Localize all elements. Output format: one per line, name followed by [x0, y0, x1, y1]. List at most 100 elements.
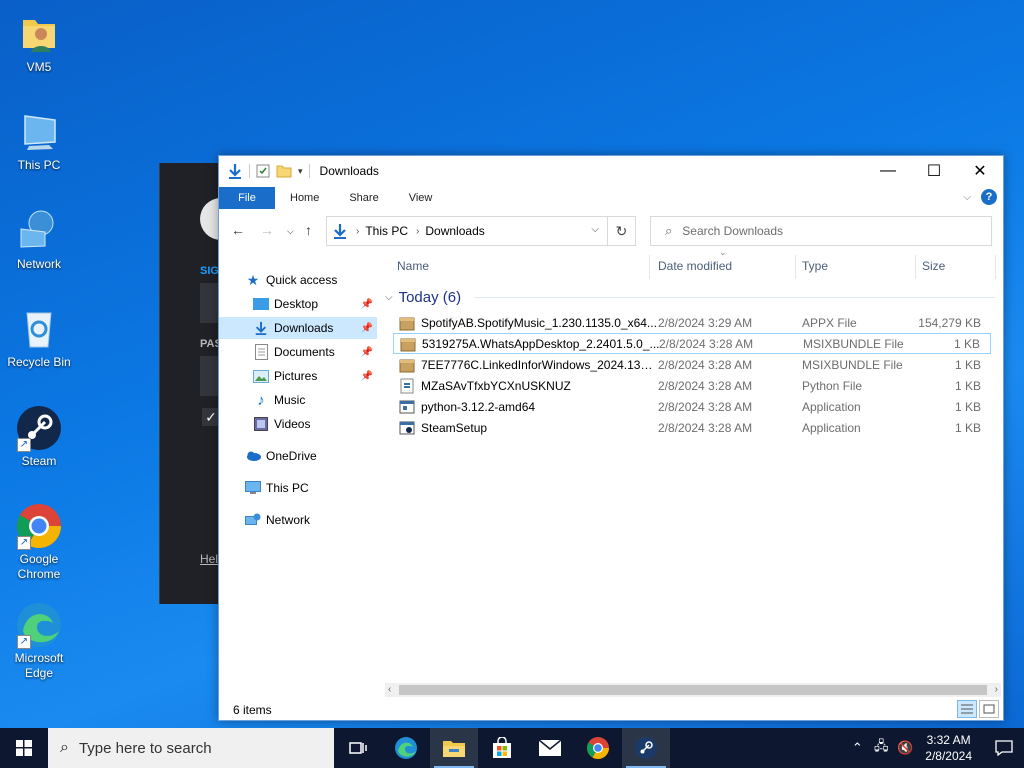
column-header-date-modified[interactable]: Date modified — [658, 251, 732, 281]
show-hidden-icons-chevron-icon[interactable]: ⌃ — [845, 740, 869, 756]
help-icon[interactable]: ? — [981, 189, 997, 205]
nav-item-desktop[interactable]: Desktop 📌 — [219, 293, 377, 315]
nav-item-music[interactable]: ♪ Music — [219, 389, 377, 411]
taskbar-edge[interactable] — [382, 728, 430, 768]
file-date: 2/8/2024 3:28 AM — [659, 336, 754, 351]
nav-quick-access[interactable]: ★ Quick access — [219, 269, 377, 291]
address-bar[interactable]: › This PC › Downloads ⌵ ↻ — [326, 216, 636, 246]
horizontal-scrollbar[interactable]: ‹ › — [385, 683, 1001, 697]
taskbar-search-placeholder: Type here to search — [78, 739, 212, 757]
shortcut-arrow-icon: ↗ — [17, 438, 31, 452]
file-type: MSIXBUNDLE File — [802, 357, 903, 372]
minimize-button[interactable]: — — [865, 156, 911, 186]
file-type: Python File — [802, 378, 863, 393]
network-disconnected-icon[interactable]: 🖧 — [869, 737, 893, 759]
steam-icon: ↗ — [15, 404, 63, 452]
column-header-size[interactable]: Size — [922, 251, 945, 281]
desktop-icon-this-pc[interactable]: This PC — [4, 108, 74, 173]
breadcrumb-separator-icon[interactable]: › — [356, 226, 359, 237]
column-divider[interactable] — [649, 255, 650, 279]
breadcrumb-downloads[interactable]: Downloads — [425, 224, 484, 238]
nav-item-pictures[interactable]: Pictures 📌 — [219, 365, 377, 387]
file-row[interactable]: MZaSAvTfxbYCXnUSKNUZ 2/8/2024 3:28 AM Py… — [393, 375, 991, 396]
nav-item-downloads[interactable]: Downloads 📌 — [219, 317, 377, 339]
start-button[interactable] — [0, 728, 48, 768]
star-icon: ★ — [246, 271, 260, 288]
nav-item-this-pc[interactable]: This PC — [219, 477, 377, 499]
column-divider[interactable] — [915, 255, 916, 279]
clock[interactable]: 3:32 AM 2/8/2024 — [925, 732, 972, 764]
column-header-type[interactable]: Type — [802, 251, 828, 281]
column-header-name[interactable]: Name — [397, 251, 429, 281]
cloud-icon — [245, 448, 261, 464]
help-link[interactable]: Hel — [200, 552, 218, 566]
title-bar[interactable]: ▾ Downloads — ☐ ✕ — [219, 156, 1003, 186]
search-box[interactable]: ⌕ Search Downloads — [650, 216, 992, 246]
file-size: 1 KB — [953, 336, 980, 351]
back-arrow-icon[interactable]: ← — [231, 222, 245, 238]
file-row[interactable]: python-3.12.2-amd64 2/8/2024 3:28 AM App… — [393, 396, 991, 417]
nav-item-onedrive[interactable]: OneDrive — [219, 445, 377, 467]
refresh-button[interactable]: ↻ — [607, 217, 635, 245]
new-folder-icon[interactable] — [276, 164, 292, 178]
file-type: Application — [802, 420, 861, 435]
maximize-button[interactable]: ☐ — [911, 156, 957, 186]
group-divider — [475, 297, 995, 298]
taskbar-chrome[interactable] — [574, 728, 622, 768]
taskbar-mail[interactable] — [526, 728, 574, 768]
expand-ribbon-chevron-icon[interactable]: ⌵ — [963, 192, 971, 203]
properties-icon[interactable] — [256, 164, 270, 178]
volume-muted-icon[interactable]: 🔇 — [893, 740, 917, 756]
scroll-right-arrow-icon[interactable]: › — [995, 683, 998, 697]
details-view-button[interactable] — [957, 700, 977, 718]
forward-arrow-icon[interactable]: → — [260, 222, 274, 238]
desktop-icon-network[interactable]: Network — [4, 207, 74, 272]
desktop-icon-vm5[interactable]: VM5 — [4, 10, 74, 75]
nav-label: Downloads — [274, 321, 334, 335]
tab-view[interactable]: View — [394, 187, 448, 209]
file-name: MZaSAvTfxbYCXnUSKNUZ — [421, 378, 571, 393]
group-header-today[interactable]: ⌵ Today (6) — [385, 287, 461, 307]
nav-item-documents[interactable]: Documents 📌 — [219, 341, 377, 363]
file-size: 154,279 KB — [918, 315, 981, 330]
nav-label: Music — [274, 393, 306, 407]
tab-share[interactable]: Share — [334, 187, 393, 209]
desktop-icon-google-chrome[interactable]: ↗ Google Chrome — [4, 502, 74, 582]
scroll-left-arrow-icon[interactable]: ‹ — [388, 683, 391, 697]
column-divider[interactable] — [795, 255, 796, 279]
address-dropdown-chevron-icon[interactable]: ⌵ — [591, 224, 599, 235]
file-row[interactable]: 7EE7776C.LinkedInforWindows_2024.131....… — [393, 354, 991, 375]
desktop-icon-microsoft-edge[interactable]: ↗ Microsoft Edge — [4, 601, 74, 681]
breadcrumb-separator-icon[interactable]: › — [416, 226, 419, 237]
breadcrumb-this-pc[interactable]: This PC — [365, 224, 408, 238]
navigation-pane: ★ Quick access Desktop 📌 Downloads 📌 Doc… — [219, 266, 379, 686]
desktop-icon-recycle-bin[interactable]: Recycle Bin — [4, 305, 74, 370]
task-view-button[interactable] — [334, 728, 382, 768]
close-button[interactable]: ✕ — [957, 156, 1003, 186]
nav-item-network[interactable]: Network — [219, 509, 377, 531]
nav-item-videos[interactable]: Videos — [219, 413, 377, 435]
scrollbar-thumb[interactable] — [399, 685, 987, 695]
taskbar-file-explorer[interactable] — [430, 728, 478, 768]
taskbar-steam[interactable] — [622, 728, 670, 768]
file-row[interactable]: SteamSetup 2/8/2024 3:28 AM Application … — [393, 417, 991, 438]
taskbar-microsoft-store[interactable] — [478, 728, 526, 768]
recent-locations-chevron-icon[interactable]: ⌵ — [287, 226, 294, 237]
column-divider[interactable] — [995, 255, 996, 279]
collapse-chevron-icon[interactable]: ⌵ — [385, 292, 393, 303]
file-row[interactable]: SpotifyAB.SpotifyMusic_1.230.1135.0_x64.… — [393, 312, 991, 333]
file-explorer-window[interactable]: ▾ Downloads — ☐ ✕ File Home Share View ⌵… — [218, 155, 1004, 721]
taskbar-search-box[interactable]: ⌕ Type here to search — [48, 728, 334, 768]
customize-toolbar-chevron-icon[interactable]: ▾ — [298, 166, 303, 177]
action-center-button[interactable] — [984, 728, 1024, 768]
file-type: APPX File — [802, 315, 857, 330]
store-icon — [493, 737, 511, 758]
desktop-icon-steam[interactable]: ↗ Steam — [4, 404, 74, 469]
up-arrow-icon[interactable]: ↑ — [305, 222, 312, 238]
tab-home[interactable]: Home — [275, 187, 334, 209]
large-icons-view-button[interactable] — [979, 700, 999, 718]
status-bar: 6 items — [219, 700, 1003, 720]
mail-icon — [538, 739, 562, 756]
tab-file[interactable]: File — [219, 187, 275, 209]
file-row[interactable]: 5319275A.WhatsAppDesktop_2.2401.5.0_... … — [393, 333, 991, 354]
